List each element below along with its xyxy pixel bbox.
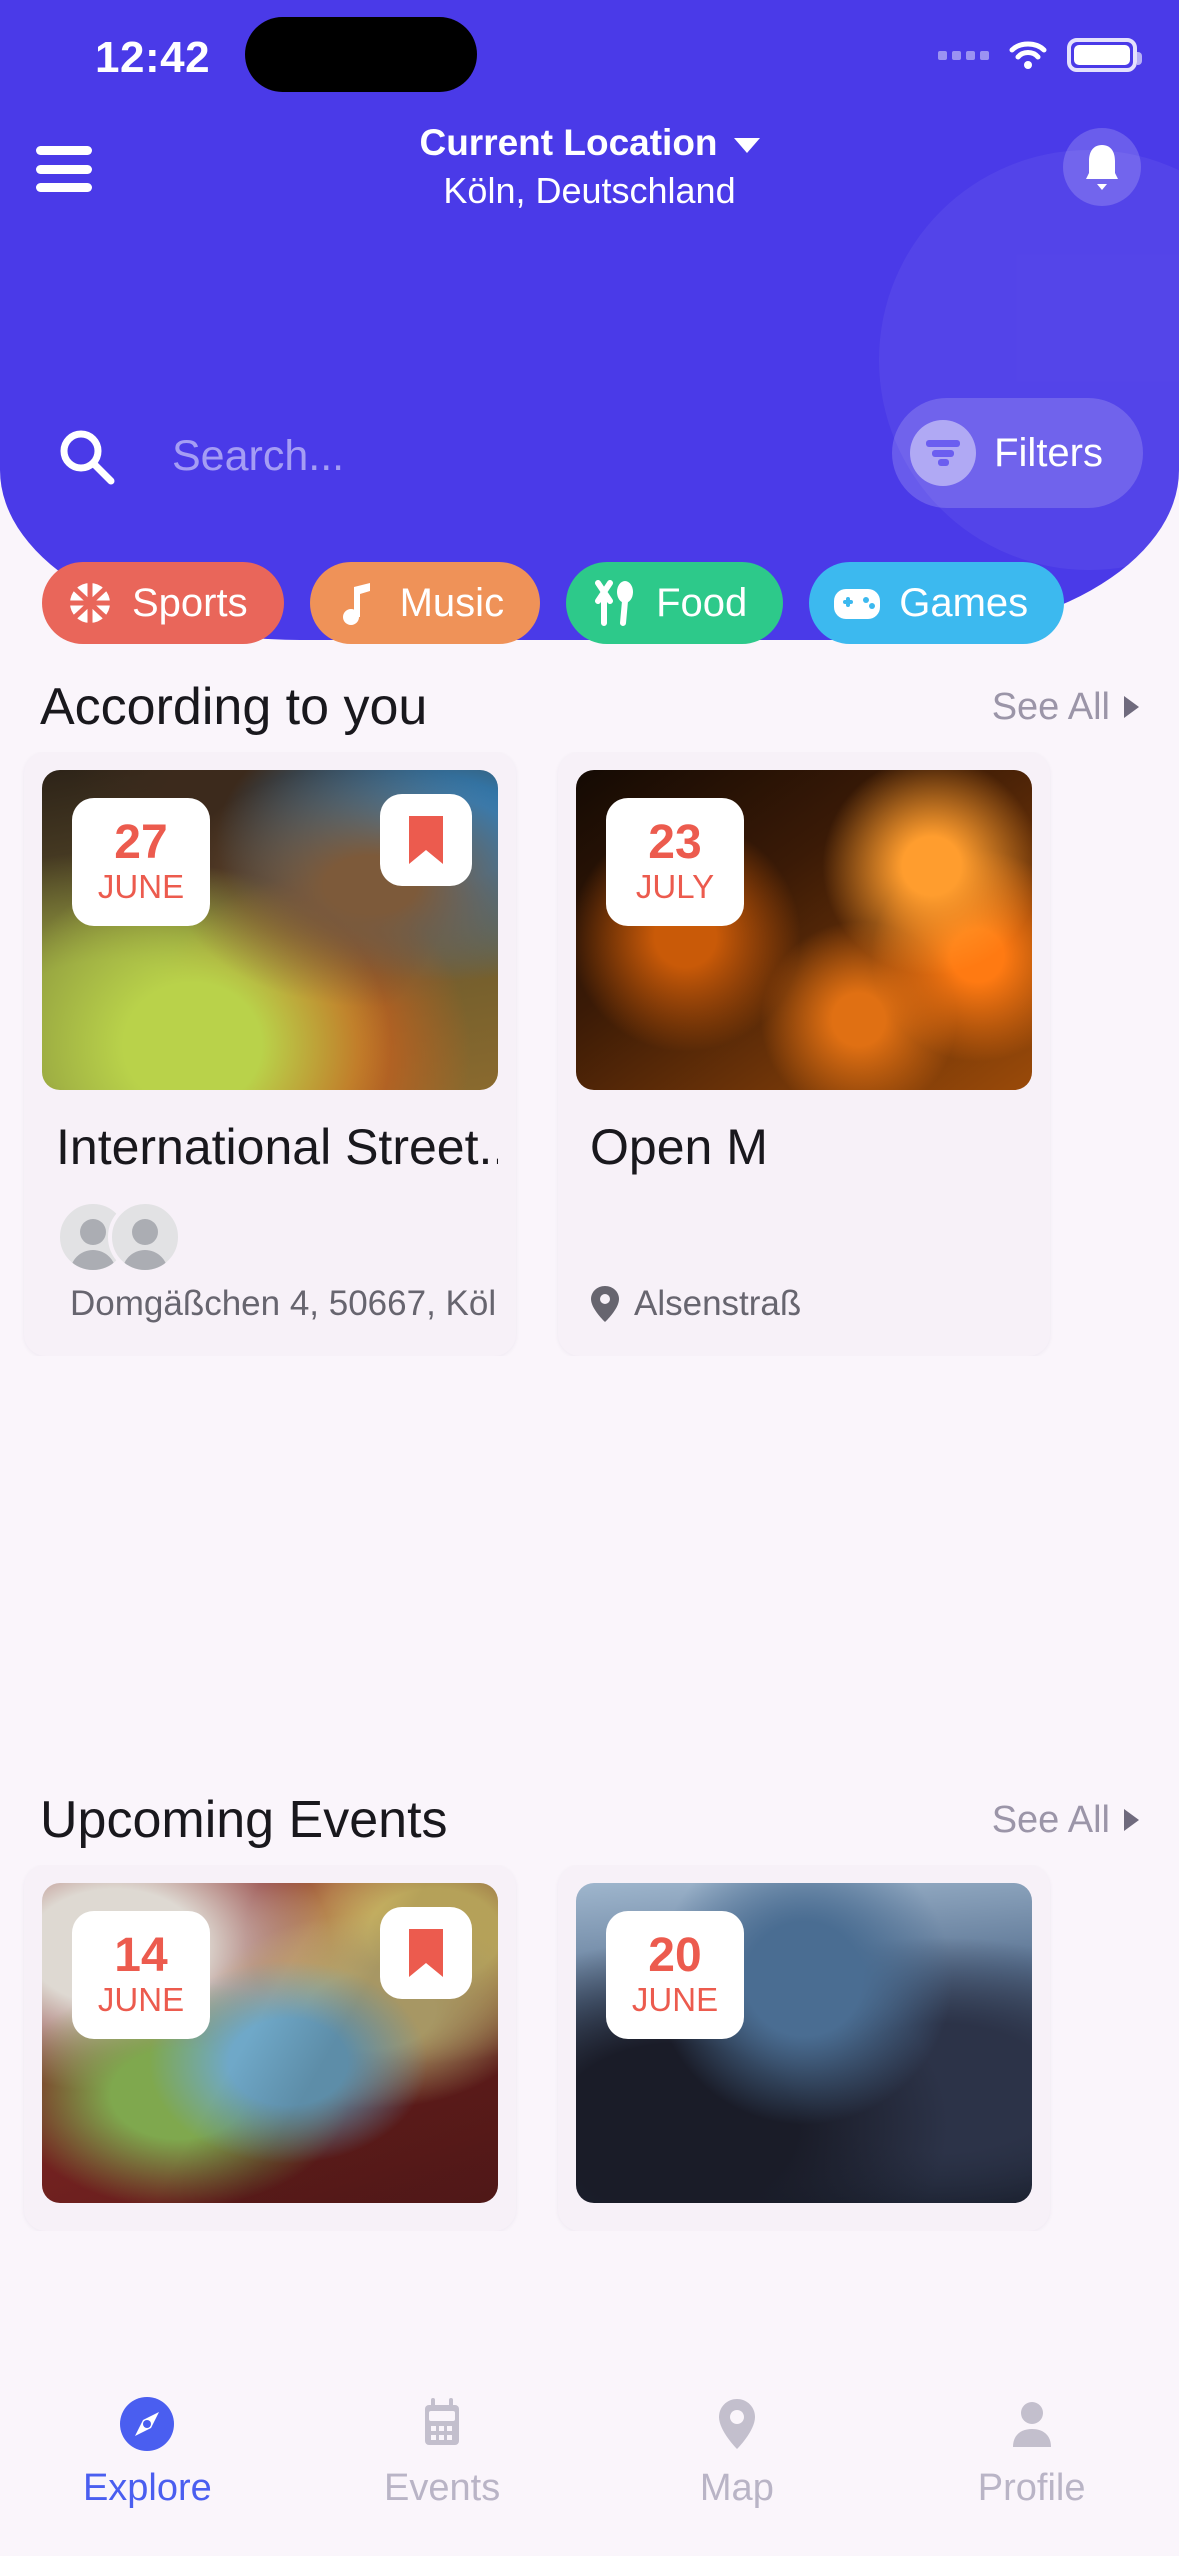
bottom-navigation: Explore Events Map Profile (0, 2381, 1179, 2556)
map-pin-icon (718, 2399, 755, 2449)
section-header-upcoming-events: Upcoming Events See All (0, 1785, 1179, 1855)
event-date-day: 27 (114, 815, 168, 869)
status-bar: 12:42 (0, 0, 1179, 118)
see-all-according-to-you[interactable]: See All (992, 686, 1139, 729)
chevron-down-icon (733, 137, 760, 153)
search-bar: Filters (0, 398, 1179, 514)
filter-funnel-icon (910, 420, 977, 486)
event-title (42, 2203, 498, 2231)
event-title: International Street... (56, 1119, 498, 1175)
category-chip-list[interactable]: Sports Music Food Games (0, 548, 1179, 658)
section-header-according-to-you: According to you See All (0, 672, 1179, 742)
location-label: Current Location (419, 122, 718, 163)
event-date-day: 14 (114, 1928, 168, 1982)
category-chip-food[interactable]: Food (566, 562, 784, 644)
see-all-label: See All (991, 685, 1110, 728)
category-chip-label: Music (399, 580, 505, 625)
event-date-badge: 20 JUNE (606, 1911, 744, 2039)
event-date-month: JUNE (97, 1980, 185, 2018)
see-all-upcoming-events[interactable]: See All (992, 1799, 1139, 1842)
search-input[interactable] (172, 416, 642, 496)
notification-button[interactable] (1063, 128, 1141, 206)
location-dropdown[interactable]: Current Location (419, 122, 760, 164)
event-date-month: JULY (635, 867, 715, 905)
event-image: 20 JUNE (576, 1883, 1032, 2203)
event-title (576, 2203, 1032, 2231)
event-card[interactable]: 23 JULY Open M Alsenstraß (558, 752, 1050, 1356)
event-date-month: JUNE (631, 1980, 719, 2018)
attendee-avatars (42, 1176, 498, 1280)
location-value: Köln, Deutschland (443, 170, 736, 211)
event-date-badge: 23 JULY (606, 798, 744, 926)
event-card[interactable]: 14 JUNE (24, 1865, 516, 2231)
battery-icon (1067, 38, 1142, 72)
event-image: 27 JUNE (42, 770, 498, 1090)
bookmark-filled-icon (409, 1929, 443, 1977)
event-date-month: JUNE (97, 867, 185, 905)
nav-item-label: Explore (82, 2467, 212, 2509)
bookmark-filled-icon (409, 816, 443, 864)
calendar-icon (425, 2398, 460, 2445)
nav-item-label: Events (384, 2467, 501, 2509)
person-icon (1012, 2402, 1051, 2447)
event-card[interactable]: 20 JUNE (558, 1865, 1050, 2231)
dynamic-island (245, 17, 477, 92)
search-icon[interactable] (56, 426, 118, 493)
bookmark-button[interactable] (380, 1907, 472, 1999)
filters-label: Filters (994, 430, 1103, 475)
card-rail-upcoming-events[interactable]: 14 JUNE 20 JUNE (0, 1865, 1179, 2231)
section-title: Upcoming Events (40, 1791, 448, 1849)
event-location-text: Alsenstraß (634, 1284, 802, 1323)
map-pin-icon (591, 1286, 619, 1322)
category-chip-label: Food (656, 580, 748, 625)
avatar (108, 1200, 182, 1274)
nav-item-explore[interactable]: Explore (0, 2393, 295, 2510)
event-image: 14 JUNE (42, 1883, 498, 2203)
fork-spoon-icon (588, 577, 640, 629)
event-location-text: Domgäßchen 4, 50667, Köln (70, 1284, 498, 1323)
compass-icon (120, 2397, 175, 2451)
nav-item-label: Profile (977, 2467, 1086, 2509)
game-controller-icon (831, 577, 883, 629)
see-all-label: See All (991, 1798, 1110, 1841)
attendee-avatars (576, 1176, 1032, 1280)
event-title: Open M (590, 1119, 768, 1175)
location-selector[interactable]: Current Location Köln, Deutschland (0, 122, 1179, 212)
chevron-right-icon (1124, 1809, 1139, 1831)
event-date-badge: 27 JUNE (72, 798, 210, 926)
nav-item-map[interactable]: Map (590, 2393, 885, 2510)
category-chip-sports[interactable]: Sports (42, 562, 284, 644)
bell-icon (1086, 145, 1118, 190)
event-date-day: 23 (648, 815, 702, 869)
bookmark-button[interactable] (380, 794, 472, 886)
section-title: According to you (40, 678, 428, 736)
category-chip-label: Sports (132, 580, 248, 625)
event-date-badge: 14 JUNE (72, 1911, 210, 2039)
music-note-icon (332, 577, 384, 629)
category-chip-games[interactable]: Games (809, 562, 1065, 644)
card-rail-according-to-you[interactable]: 27 JUNE International Street... Domgäßch… (0, 752, 1179, 1356)
wifi-icon (1008, 39, 1048, 71)
app-screen: 12:42 Current Location Köln, Deutschland… (0, 0, 1179, 2556)
nav-item-profile[interactable]: Profile (884, 2393, 1179, 2510)
nav-item-label: Map (699, 2467, 774, 2509)
filters-button[interactable]: Filters (892, 398, 1143, 508)
status-bar-indicators (938, 38, 1142, 72)
event-card[interactable]: 27 JUNE International Street... Domgäßch… (24, 752, 516, 1356)
category-chip-label: Games (899, 580, 1029, 625)
event-image: 23 JULY (576, 770, 1032, 1090)
app-bar: Current Location Köln, Deutschland (0, 122, 1179, 230)
event-location: Alsenstraß (576, 1280, 1032, 1356)
event-date-day: 20 (648, 1928, 702, 1982)
nav-item-events[interactable]: Events (295, 2393, 590, 2510)
signal-dots-icon (938, 50, 989, 60)
status-bar-clock: 12:42 (95, 33, 211, 82)
event-location: Domgäßchen 4, 50667, Köln (42, 1280, 498, 1356)
category-chip-music[interactable]: Music (309, 562, 541, 644)
basketball-icon (64, 577, 116, 629)
chevron-right-icon (1124, 696, 1139, 718)
